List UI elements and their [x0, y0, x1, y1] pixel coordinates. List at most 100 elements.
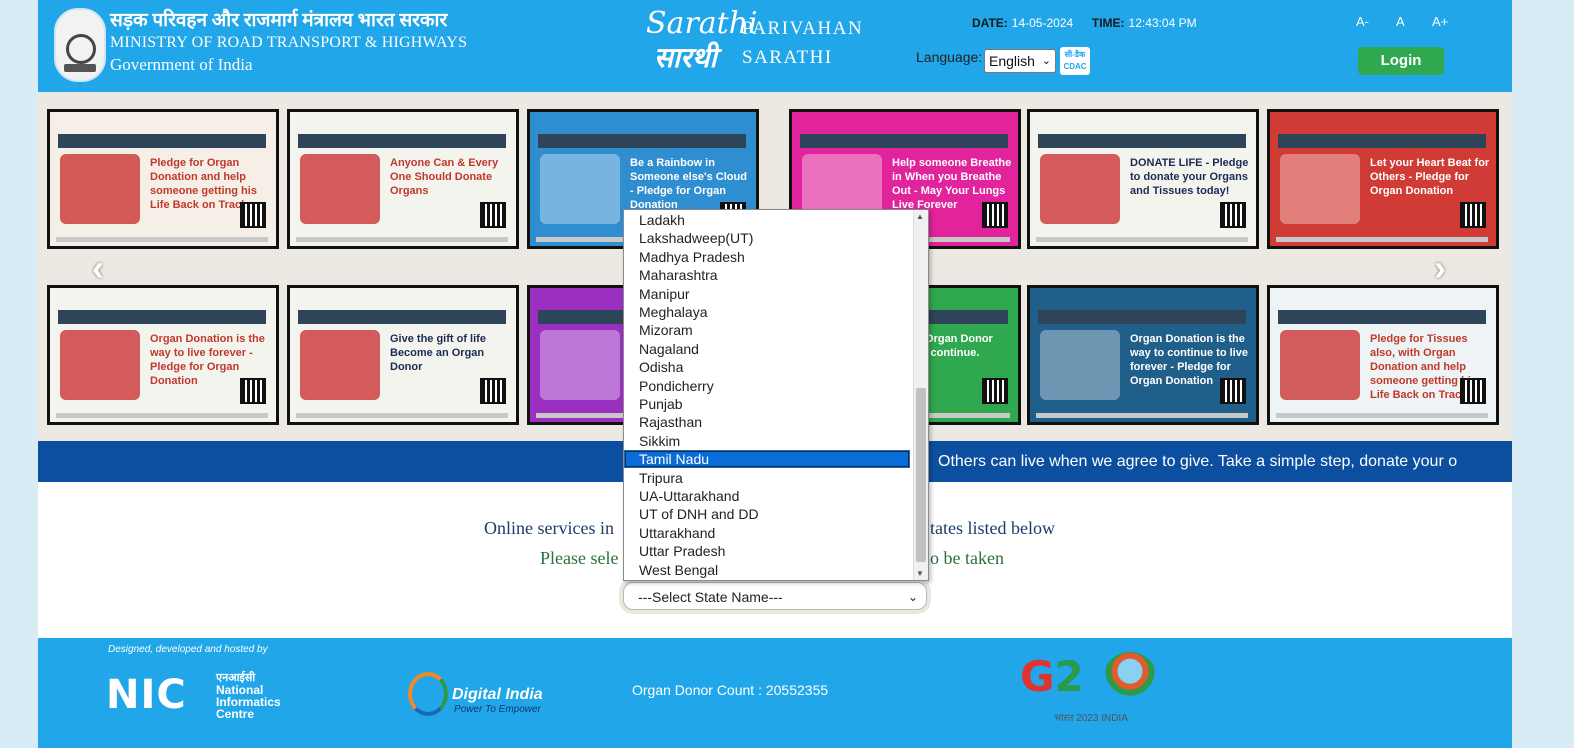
government-of-india: Government of India	[110, 55, 253, 74]
chevron-down-icon: ⌄	[907, 590, 918, 604]
state-option[interactable]: UT of DNH and DD	[624, 505, 910, 523]
state-dropdown-list[interactable]: Ladakh Lakshadweep(UT) Madhya Pradesh Mahar…	[623, 209, 929, 581]
poster-footer	[1036, 413, 1248, 418]
language-label: Language:	[916, 49, 983, 65]
qr-code-icon	[1460, 202, 1486, 228]
date-value: 14-05-2024	[1011, 16, 1074, 30]
digital-india-logo[interactable]: Digital India	[452, 686, 543, 704]
organ-donor-count: Organ Donor Count : 20552355	[632, 682, 829, 698]
g20-g: G	[1020, 652, 1055, 701]
poster-banner	[298, 310, 506, 324]
scroll-up-icon[interactable]: ▲	[916, 212, 924, 221]
poster-card[interactable]: Organ Donation is the way to live foreve…	[50, 288, 276, 422]
scroll-down-icon[interactable]: ▼	[916, 569, 924, 578]
national-emblem-icon	[54, 8, 106, 82]
poster-illustration	[540, 154, 620, 224]
language-select[interactable]: English ⌄	[984, 49, 1056, 73]
chevron-left-icon[interactable]: ‹	[92, 247, 104, 289]
page: सड़क परिवहन और राजमार्ग मंत्रालय भारत सर…	[38, 0, 1512, 748]
poster-card[interactable]: Pledge for Tissues also, with Organ Dona…	[1270, 288, 1496, 422]
state-option[interactable]: Mizoram	[624, 321, 910, 339]
date-label: DATE:	[972, 16, 1008, 30]
state-option[interactable]: UA-Uttarakhand	[624, 487, 910, 505]
state-option[interactable]: Rajasthan	[624, 413, 910, 431]
dropdown-scrollbar[interactable]: ▲ ▼	[913, 210, 928, 580]
state-option[interactable]: Odisha	[624, 358, 910, 376]
state-option[interactable]: Pondicherry	[624, 377, 910, 395]
scrollbar-thumb[interactable]	[916, 388, 926, 562]
poster-footer	[296, 413, 508, 418]
nic-full-name: National Informatics Centre	[216, 683, 281, 721]
poster-footer	[56, 413, 268, 418]
poster-card[interactable]: Give the gift of life Become an Organ Do…	[290, 288, 516, 422]
poster-banner	[800, 134, 1008, 148]
poster-card[interactable]: Pledge for Organ Donation and help someo…	[50, 112, 276, 246]
poster-illustration	[300, 154, 380, 224]
poster-illustration	[1040, 154, 1120, 224]
poster-card[interactable]: DONATE LIFE - Pledge to donate your Orga…	[1030, 112, 1256, 246]
poster-footer	[1036, 237, 1248, 242]
state-option[interactable]: Meghalaya	[624, 303, 910, 321]
qr-code-icon	[1460, 378, 1486, 404]
please-select-text-left: Please sele	[540, 548, 619, 568]
qr-code-icon	[480, 202, 506, 228]
poster-footer	[1276, 237, 1488, 242]
brand-line-parivahan: PARIVAHAN	[742, 18, 864, 39]
state-option[interactable]: Uttarakhand	[624, 524, 910, 542]
designed-by-text: Designed, developed and hosted by	[108, 644, 268, 655]
poster-card[interactable]: Organ Donation is the way to continue to…	[1030, 288, 1256, 422]
ticker-text: Others can live when we agree to give. T…	[938, 453, 1458, 470]
g20-subtitle: भारत 2023 INDIA	[1054, 713, 1128, 724]
poster-banner	[538, 134, 746, 148]
chevron-down-icon: ⌄	[1041, 55, 1051, 67]
state-option[interactable]: Punjab	[624, 395, 910, 413]
state-option[interactable]: Nagaland	[624, 340, 910, 358]
nic-logo[interactable]: NIC	[106, 672, 187, 718]
poster-illustration	[1280, 330, 1360, 400]
qr-code-icon	[982, 202, 1008, 228]
online-services-text-right: tates listed below	[930, 518, 1055, 538]
header: सड़क परिवहन और राजमार्ग मंत्रालय भारत सर…	[38, 0, 1512, 92]
font-increase-button[interactable]: A+	[1432, 14, 1448, 29]
poster-banner	[58, 134, 266, 148]
poster-banner	[1278, 310, 1486, 324]
poster-footer	[1276, 413, 1488, 418]
poster-banner	[1278, 134, 1486, 148]
state-option[interactable]: Tripura	[624, 469, 910, 487]
state-option[interactable]: Lakshadweep(UT)	[624, 229, 910, 247]
state-option[interactable]: Uttar Pradesh	[624, 542, 910, 560]
state-option[interactable]: Sikkim	[624, 432, 910, 450]
sarathi-logo-hindi: सारथी	[654, 41, 717, 74]
poster-banner	[298, 134, 506, 148]
chevron-right-icon[interactable]: ›	[1434, 247, 1446, 289]
font-decrease-button[interactable]: A-	[1356, 14, 1369, 29]
g20-logo[interactable]: G2	[1020, 652, 1084, 701]
poster-illustration	[540, 330, 620, 400]
state-option[interactable]: West Bengal	[624, 561, 910, 579]
digital-india-icon	[408, 672, 448, 716]
poster-illustration	[1280, 154, 1360, 224]
state-select-value: ---Select State Name---	[638, 589, 783, 605]
state-option[interactable]: Ladakh	[624, 211, 910, 229]
poster-card[interactable]: Anyone Can & Every One Should Donate Org…	[290, 112, 516, 246]
login-button[interactable]: Login	[1358, 47, 1444, 75]
poster-banner	[1038, 310, 1246, 324]
brand-line-sarathi: SARATHI	[742, 47, 833, 68]
state-option[interactable]: Tamil Nadu	[624, 450, 910, 469]
font-normal-button[interactable]: A	[1396, 14, 1405, 29]
ministry-english-title: MINISTRY OF ROAD TRANSPORT & HIGHWAYS	[110, 34, 468, 51]
state-option[interactable]: Maharashtra	[624, 266, 910, 284]
ministry-hindi-title: सड़क परिवहन और राजमार्ग मंत्रालय भारत सर…	[110, 10, 448, 31]
qr-code-icon	[1220, 378, 1246, 404]
state-select[interactable]: ---Select State Name--- ⌄	[623, 582, 927, 610]
poster-banner	[58, 310, 266, 324]
poster-headline: Give the gift of life Become an Organ Do…	[390, 333, 486, 373]
poster-footer	[56, 237, 268, 242]
state-option[interactable]: Madhya Pradesh	[624, 248, 910, 266]
lotus-globe-icon	[1104, 652, 1156, 700]
poster-illustration	[300, 330, 380, 400]
poster-card[interactable]: Let your Heart Beat for Others - Pledge …	[1270, 112, 1496, 246]
state-option[interactable]: Manipur	[624, 285, 910, 303]
qr-code-icon	[240, 202, 266, 228]
sarathi-logo[interactable]: Sarathi सारथी	[644, 6, 758, 74]
